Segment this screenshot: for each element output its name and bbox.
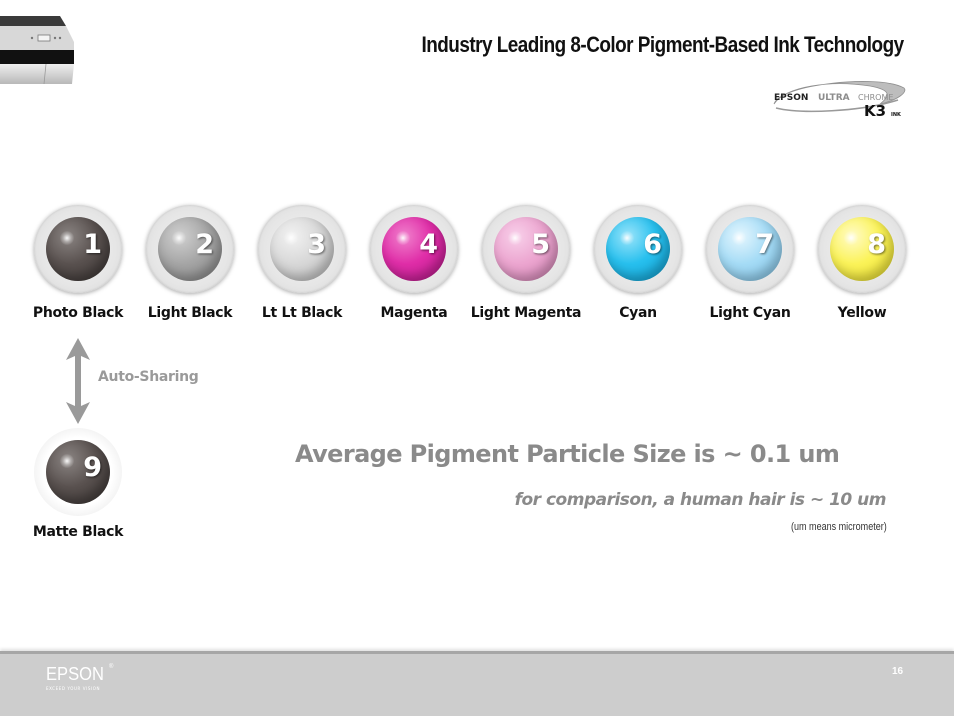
double-arrow-icon bbox=[66, 338, 90, 424]
printer-icon bbox=[0, 16, 74, 85]
footer-bar: EPSON ® EXCEED YOUR VISION 16 bbox=[0, 651, 954, 716]
ink-number: 1 bbox=[83, 229, 102, 260]
ink-label: Light Black bbox=[147, 305, 233, 321]
ink-cyan: 6 Cyan bbox=[582, 205, 694, 321]
ink-ball-frame: 7 bbox=[706, 205, 794, 293]
ink-number: 4 bbox=[419, 229, 438, 260]
ink-number: 3 bbox=[307, 229, 326, 260]
logo-series: K3 bbox=[864, 102, 886, 120]
ink-ball-frame: 3 bbox=[258, 205, 346, 293]
ink-number: 2 bbox=[195, 229, 214, 260]
ink-lt-lt-black: 3 Lt Lt Black bbox=[246, 205, 358, 321]
ink-ball: 4 bbox=[382, 217, 446, 281]
logo-suffix: INK bbox=[891, 112, 902, 118]
trademark-mark: ® bbox=[109, 664, 114, 670]
slide-title: Industry Leading 8-Color Pigment-Based I… bbox=[421, 32, 905, 57]
ink-ball: 5 bbox=[494, 217, 558, 281]
ink-ball-frame: 6 bbox=[594, 205, 682, 293]
logo-product-bold: ULTRA bbox=[818, 93, 850, 103]
ink-photo-black: 1 Photo Black bbox=[22, 205, 134, 321]
ink-ball: 1 bbox=[46, 217, 110, 281]
ink-label: Cyan bbox=[619, 305, 657, 321]
ink-ball-frame: 9 bbox=[34, 428, 122, 516]
logo-brand: EPSON bbox=[774, 93, 808, 103]
particle-size-headline: Average Pigment Particle Size is ~ 0.1 u… bbox=[295, 440, 840, 468]
ink-ball: 9 bbox=[46, 440, 110, 504]
ink-ball-frame: 8 bbox=[818, 205, 906, 293]
ultrachrome-k3-logo: EPSON ULTRA CHROME K3 INK bbox=[773, 81, 906, 120]
ink-light-black: 2 Light Black bbox=[134, 205, 246, 321]
ink-number: 7 bbox=[755, 229, 774, 260]
ink-ball: 8 bbox=[830, 217, 894, 281]
ink-label: Light Cyan bbox=[709, 305, 791, 321]
unit-footnote: (um means micrometer) bbox=[791, 521, 887, 533]
ink-number: 5 bbox=[531, 229, 550, 260]
ink-ball-frame: 5 bbox=[482, 205, 570, 293]
logo-product-light: CHROME bbox=[858, 93, 893, 102]
ink-yellow: 8 Yellow bbox=[806, 205, 918, 321]
ink-number: 6 bbox=[643, 229, 662, 260]
ink-magenta: 4 Magenta bbox=[358, 205, 470, 321]
ink-ball: 7 bbox=[718, 217, 782, 281]
ink-matte-black: 9 Matte Black bbox=[22, 428, 134, 540]
ink-label: Magenta bbox=[380, 305, 448, 321]
ink-ball: 6 bbox=[606, 217, 670, 281]
ink-ball: 3 bbox=[270, 217, 334, 281]
ink-label: Photo Black bbox=[32, 305, 124, 321]
ink-light-cyan: 7 Light Cyan bbox=[694, 205, 806, 321]
auto-sharing-label: Auto-Sharing bbox=[98, 369, 199, 385]
ink-number: 8 bbox=[867, 229, 886, 260]
ink-ball-frame: 1 bbox=[34, 205, 122, 293]
ink-ball-frame: 2 bbox=[146, 205, 234, 293]
ink-label: Lt Lt Black bbox=[261, 305, 343, 321]
comparison-text: for comparison, a human hair is ~ 10 um bbox=[514, 490, 887, 510]
ink-label: Light Magenta bbox=[470, 305, 582, 321]
ink-number: 9 bbox=[83, 452, 102, 483]
ink-ball: 2 bbox=[158, 217, 222, 281]
ink-label: Matte Black bbox=[32, 524, 124, 540]
ink-ball-frame: 4 bbox=[370, 205, 458, 293]
ink-light-magenta: 5 Light Magenta bbox=[470, 205, 582, 321]
page-number: 16 bbox=[892, 666, 904, 677]
footer-tagline: EXCEED YOUR VISION bbox=[46, 686, 101, 691]
footer-brand-name: EPSON bbox=[46, 664, 104, 684]
ink-label: Yellow bbox=[837, 305, 887, 321]
epson-logo: EPSON ® EXCEED YOUR VISION bbox=[46, 664, 113, 691]
